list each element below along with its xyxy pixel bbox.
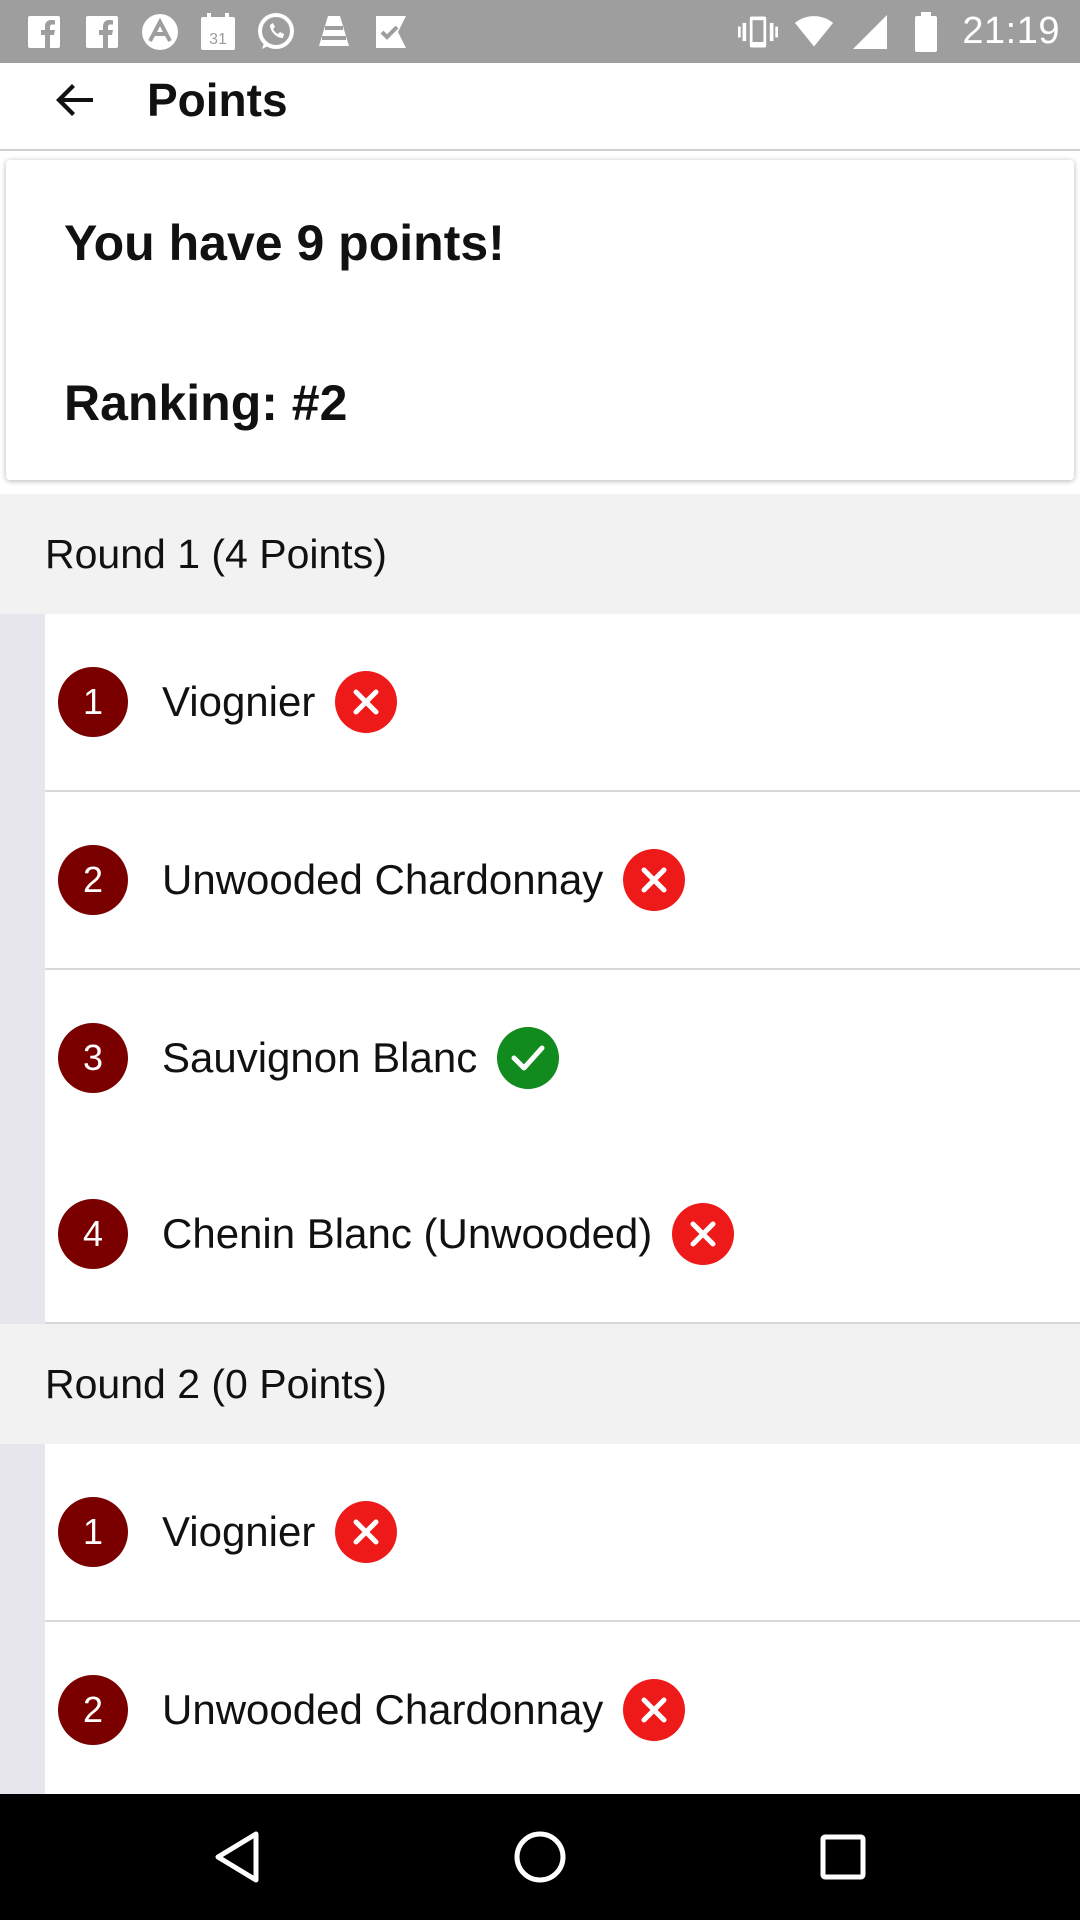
wine-label: Unwooded Chardonnay bbox=[162, 1686, 604, 1733]
round-items: 1 Viognier 2 Unwooded Chardonnay bbox=[0, 1444, 1080, 1798]
check-icon bbox=[497, 1027, 560, 1089]
round-header: Round 1 (4 Points) bbox=[0, 494, 1080, 614]
navigation-bar bbox=[0, 1794, 1080, 1920]
arrow-back-icon bbox=[56, 84, 93, 116]
nav-back-button[interactable] bbox=[202, 1822, 272, 1892]
wine-label: Viognier bbox=[162, 1508, 316, 1555]
list-item[interactable]: 2 Unwooded Chardonnay bbox=[45, 792, 1080, 970]
vibrate-icon bbox=[738, 12, 779, 52]
arch-icon bbox=[140, 12, 180, 52]
notification-icons: 31 bbox=[24, 8, 412, 55]
list-item[interactable]: 4 Chenin Blanc (Unwooded) bbox=[45, 1146, 1080, 1324]
back-button[interactable] bbox=[40, 65, 110, 135]
wine-label: Sauvignon Blanc bbox=[162, 1034, 478, 1081]
wrong-icon bbox=[335, 671, 398, 733]
app-bar: Points bbox=[0, 63, 1080, 151]
wifi-icon bbox=[794, 12, 834, 52]
check-flag-icon bbox=[372, 12, 412, 52]
ranking-summary: Ranking: #2 bbox=[64, 375, 348, 431]
wine-label: Chenin Blanc (Unwooded) bbox=[162, 1210, 653, 1257]
triangle-back-icon bbox=[215, 1831, 259, 1883]
list-item[interactable]: 3 Sauvignon Blanc bbox=[45, 970, 1080, 1146]
screen: 31 21:19 Points You have 9 points! Ranki… bbox=[0, 0, 1080, 1920]
round-header: Round 2 (0 Points) bbox=[0, 1324, 1080, 1444]
summary-card: You have 9 points! Ranking: #2 bbox=[6, 160, 1074, 480]
wrong-icon bbox=[623, 1679, 686, 1741]
vlc-icon bbox=[314, 12, 354, 52]
number-badge: 1 bbox=[58, 667, 128, 737]
circle-home-icon bbox=[514, 1831, 566, 1883]
round-items: 1 Viognier 2 Unwooded Chardonnay 3 Sauvi… bbox=[0, 614, 1080, 1324]
list-item[interactable]: 1 Viognier bbox=[45, 614, 1080, 792]
number-badge: 2 bbox=[58, 845, 128, 915]
system-icons: 21:19 bbox=[738, 8, 1060, 55]
number-badge: 2 bbox=[58, 1675, 128, 1745]
nav-recents-button[interactable] bbox=[808, 1822, 878, 1892]
number-badge: 3 bbox=[58, 1023, 128, 1093]
wine-label: Viognier bbox=[162, 678, 316, 725]
rounds-list[interactable]: Round 1 (4 Points) 1 Viognier 2 Unwooded… bbox=[0, 494, 1080, 1798]
page-title: Points bbox=[147, 74, 288, 126]
number-badge: 1 bbox=[58, 1497, 128, 1567]
wrong-icon bbox=[623, 849, 686, 911]
list-item[interactable]: 1 Viognier bbox=[45, 1444, 1080, 1622]
wrong-icon bbox=[672, 1203, 735, 1265]
status-bar: 31 21:19 bbox=[0, 0, 1080, 63]
calendar-icon: 31 bbox=[198, 12, 238, 52]
wrong-icon bbox=[335, 1501, 398, 1563]
wine-label: Unwooded Chardonnay bbox=[162, 856, 604, 903]
list-item[interactable]: 2 Unwooded Chardonnay bbox=[45, 1622, 1080, 1798]
calendar-day: 31 bbox=[209, 31, 227, 48]
square-recents-icon bbox=[820, 1834, 866, 1880]
facebook-icon bbox=[24, 12, 64, 52]
battery-icon bbox=[906, 11, 946, 52]
points-summary: You have 9 points! bbox=[64, 215, 505, 271]
facebook-icon bbox=[82, 12, 122, 52]
nav-home-button[interactable] bbox=[505, 1822, 575, 1892]
whatsapp-icon bbox=[256, 12, 296, 52]
signal-icon bbox=[850, 12, 890, 52]
clock: 21:19 bbox=[962, 10, 1060, 52]
number-badge: 4 bbox=[58, 1199, 128, 1269]
